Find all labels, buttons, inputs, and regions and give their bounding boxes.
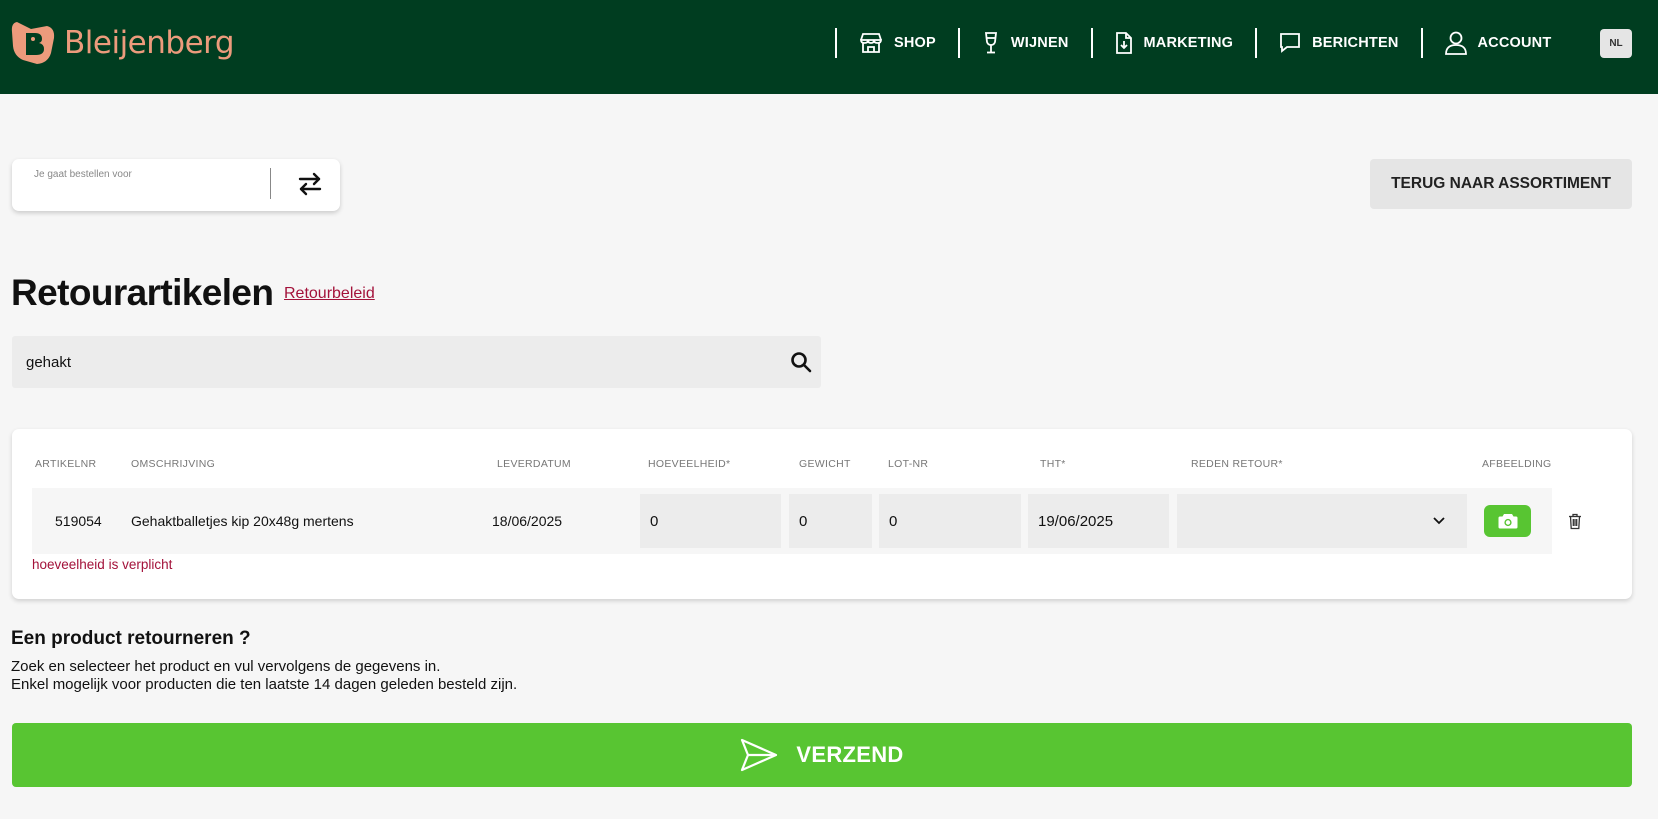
nav-item-berichten[interactable]: BERICHTEN [1279, 28, 1398, 58]
main-nav: SHOP WIJNEN MARKETING BERICHTEN ACCOUNT [835, 28, 1551, 58]
lot-number-input[interactable] [879, 494, 1021, 548]
nav-label-wijnen: WIJNEN [1010, 35, 1069, 51]
nav-label-shop: SHOP [894, 35, 936, 51]
search-icon[interactable] [790, 351, 812, 373]
column-header-lotnr: LOT-NR [888, 458, 929, 470]
top-header: Bleijenberg SHOP WIJNEN MARKETING BERICH… [0, 0, 1658, 94]
submit-button[interactable]: VERZEND [12, 723, 1632, 787]
cell-omschrijving: Gehaktballetjes kip 20x48g mertens [131, 513, 354, 529]
customer-selector[interactable]: Je gaat bestellen voor [12, 159, 340, 211]
nav-label-berichten: BERICHTEN [1312, 35, 1399, 51]
page-title: Retourartikelen [11, 272, 274, 313]
nav-divider [835, 28, 837, 58]
customer-label: Je gaat bestellen voor [34, 169, 132, 180]
info-text-line-1: Zoek en selecteer het product en vul ver… [11, 658, 441, 675]
customer-divider [270, 168, 271, 199]
column-header-omschrijving: OMSCHRIJVING [131, 458, 216, 470]
nav-divider [1090, 28, 1093, 58]
info-text-line-2: Enkel mogelijk voor producten die ten la… [11, 676, 518, 693]
user-icon [1444, 31, 1467, 55]
document-download-icon [1115, 32, 1132, 54]
return-reason-select[interactable] [1177, 494, 1467, 548]
nav-item-marketing[interactable]: MARKETING [1115, 28, 1234, 58]
quantity-error-message: hoeveelheid is verplicht [32, 557, 173, 572]
search-input[interactable] [26, 336, 766, 388]
nav-item-account[interactable]: ACCOUNT [1444, 28, 1552, 58]
column-header-leverdatum: LEVERDATUM [497, 458, 571, 470]
language-selector[interactable]: NL [1600, 29, 1632, 58]
quantity-input[interactable] [640, 494, 781, 548]
swap-icon[interactable] [296, 170, 324, 198]
column-header-artikelnr: ARTIKELNR [35, 458, 97, 470]
cell-artikelnr: 519054 [55, 513, 102, 529]
nav-divider [1255, 28, 1258, 58]
search-bar [12, 336, 821, 388]
column-header-reden: REDEN RETOUR* [1191, 458, 1283, 470]
weight-input[interactable] [789, 494, 872, 548]
column-header-gewicht: GEWICHT [799, 458, 851, 470]
cell-leverdatum: 18/06/2025 [492, 513, 563, 529]
nav-divider [1420, 28, 1423, 58]
nav-item-shop[interactable]: SHOP [859, 28, 936, 58]
chat-icon [1280, 33, 1301, 53]
nav-label-account: ACCOUNT [1477, 35, 1552, 51]
brand-logo[interactable]: Bleijenberg [11, 20, 235, 66]
column-header-tht: THT* [1040, 458, 1066, 470]
submit-label: VERZEND [796, 742, 904, 767]
nav-label-marketing: MARKETING [1143, 35, 1234, 51]
return-policy-link[interactable]: Retourbeleid [284, 285, 375, 303]
column-header-hoeveelheid: HOEVEELHEID* [648, 458, 731, 470]
logo-icon [11, 22, 55, 64]
trash-icon[interactable] [1568, 513, 1582, 530]
send-icon [741, 738, 778, 772]
shop-icon [860, 33, 882, 53]
nav-item-wijnen[interactable]: WIJNEN [982, 28, 1069, 58]
back-to-assortment-button[interactable]: TERUG NAAR ASSORTIMENT [1370, 159, 1632, 209]
info-title: Een product retourneren ? [11, 628, 251, 649]
chevron-down-icon [1433, 517, 1445, 525]
column-header-afbeelding: AFBEELDING [1482, 458, 1552, 470]
tht-date-input[interactable] [1028, 494, 1169, 548]
upload-image-button[interactable] [1484, 505, 1531, 537]
nav-divider [957, 28, 960, 58]
camera-icon [1498, 514, 1517, 529]
brand-name: Bleijenberg [64, 25, 235, 61]
wine-glass-icon [984, 32, 997, 54]
